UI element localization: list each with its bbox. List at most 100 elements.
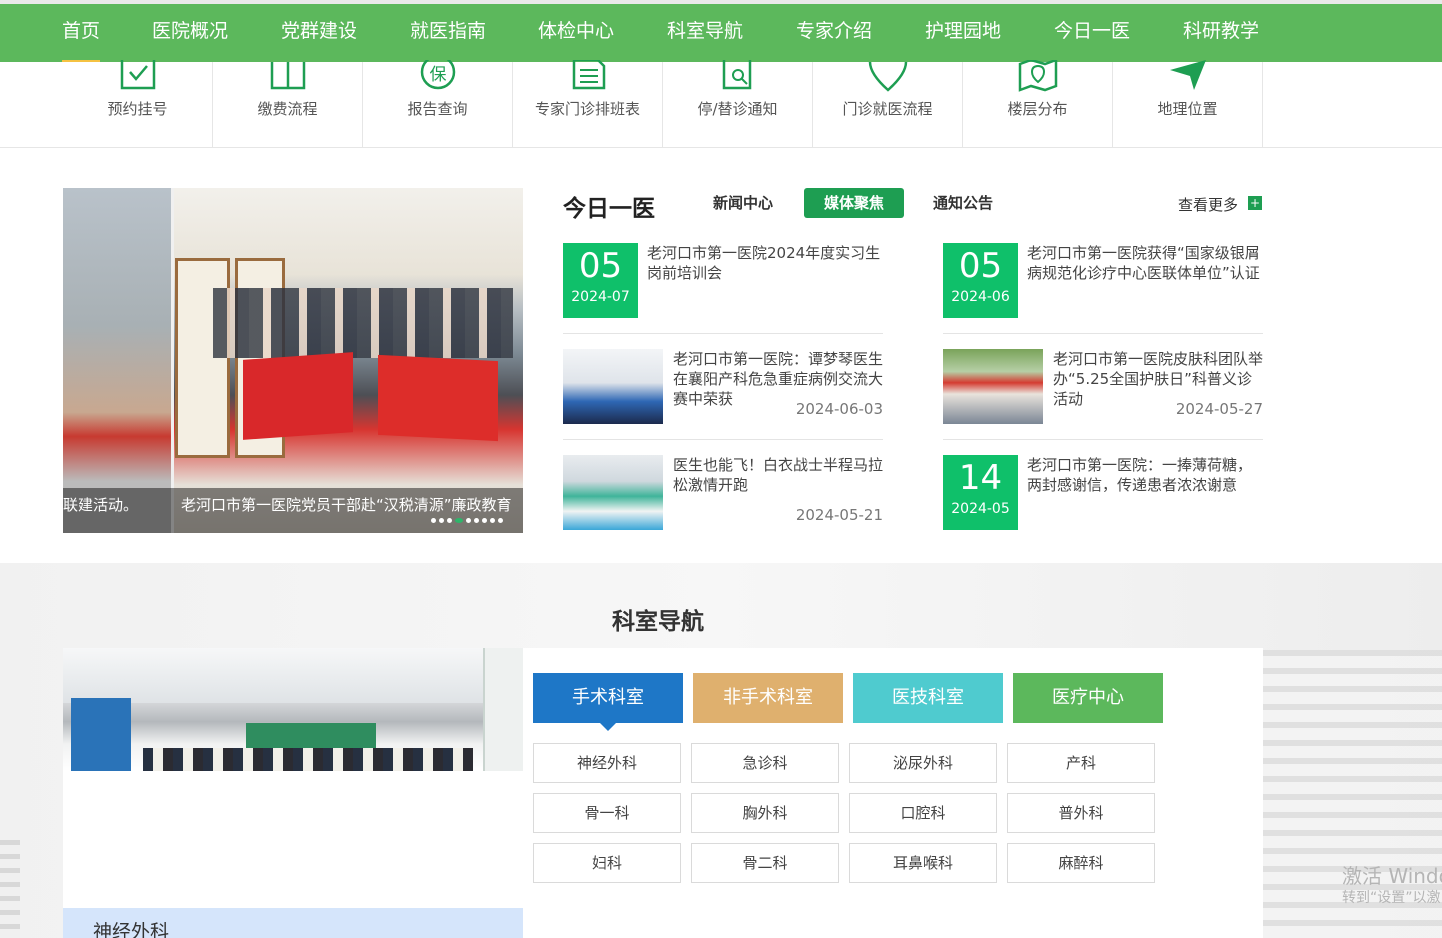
insurance-icon: 保 (420, 60, 456, 90)
quicklink-schedule[interactable]: 专家门诊排班表 (513, 60, 663, 148)
news-thumbnail[interactable] (563, 455, 663, 530)
date-day: 05 (958, 246, 1003, 286)
quicklink-suspension[interactable]: 停/替诊通知 (663, 60, 813, 148)
news-item[interactable]: 14 2024-05 老河口市第一医院：一捧薄荷糖，两封感谢信，传递患者浓浓谢意 (943, 455, 1263, 530)
department-button[interactable]: 急诊科 (691, 743, 839, 783)
quicklink-payment[interactable]: 缴费流程 (213, 62, 363, 148)
tab-non-surgical-departments[interactable]: 非手术科室 (693, 673, 843, 723)
book-icon (270, 62, 306, 90)
slider-dot[interactable] (490, 518, 495, 523)
slide-caption-previous[interactable]: 联建活动。 (63, 494, 171, 515)
nav-item-overview[interactable]: 医院概况 (152, 16, 228, 56)
news-item-title[interactable]: 老河口市第一医院获得“国家级银屑病规范化诊疗中心医联体单位”认证 (1027, 243, 1263, 283)
department-button[interactable]: 骨二科 (691, 843, 839, 883)
slider-dot[interactable] (474, 518, 479, 523)
slider-dot[interactable] (447, 518, 452, 523)
quicklink-report[interactable]: 保 报告查询 (363, 60, 513, 148)
news-item-title[interactable]: 老河口市第一医院：一捧薄荷糖，两封感谢信，传递患者浓浓谢意 (1027, 455, 1263, 495)
slide-previous-image (63, 188, 173, 533)
quicklink-label: 专家门诊排班表 (534, 100, 640, 118)
party-flag (243, 352, 353, 440)
quicklink-location[interactable]: 地理位置 (1113, 60, 1263, 148)
news-item[interactable]: 老河口市第一医院：谭梦琴医生在襄阳产科危急重症病例交流大赛中荣获 2024-06… (563, 349, 883, 424)
news-thumbnail[interactable] (563, 349, 663, 424)
slider-dot[interactable] (498, 518, 503, 523)
nav-item-home[interactable]: 首页 (62, 16, 101, 63)
photo-pillar (483, 648, 523, 771)
divider (563, 439, 883, 440)
document-icon (572, 60, 606, 90)
department-button[interactable]: 产科 (1007, 743, 1155, 783)
department-button[interactable]: 麻醉科 (1007, 843, 1155, 883)
quicklink-label: 停/替诊通知 (697, 100, 778, 118)
heart-icon (868, 61, 908, 92)
building-backdrop (0, 840, 20, 938)
department-photo-caption[interactable]: 神经外科 (63, 908, 523, 938)
department-caption-text: 神经外科 (93, 921, 170, 938)
date-year-month: 2024-07 (571, 289, 630, 305)
department-button[interactable]: 妇科 (533, 843, 681, 883)
news-item[interactable]: 05 2024-06 老河口市第一医院获得“国家级银屑病规范化诊疗中心医联体单位… (943, 243, 1263, 318)
nav-item-party[interactable]: 党群建设 (281, 16, 357, 56)
nav-item-nursing[interactable]: 护理园地 (925, 16, 1001, 56)
department-button[interactable]: 口腔科 (849, 793, 997, 833)
news-item-title[interactable]: 老河口市第一医院2024年度实习生岗前培训会 (647, 243, 883, 283)
tab-medical-technology[interactable]: 医技科室 (853, 673, 1003, 723)
department-button[interactable]: 胸外科 (691, 793, 839, 833)
news-item[interactable]: 老河口市第一医院皮肤科团队举办“5.25全国护肤日”科普义诊活动 2024-05… (943, 349, 1263, 424)
tab-media-focus[interactable]: 媒体聚焦 (804, 188, 904, 218)
news-thumbnail[interactable] (943, 349, 1043, 424)
department-photo-area (63, 771, 523, 908)
quicklink-label: 地理位置 (1157, 100, 1218, 118)
nav-item-guide[interactable]: 就医指南 (410, 16, 486, 56)
department-button[interactable]: 耳鼻喉科 (849, 843, 997, 883)
department-button[interactable]: 骨一科 (533, 793, 681, 833)
tab-notices[interactable]: 通知公告 (920, 188, 1006, 218)
party-flag (378, 354, 498, 442)
slide-caption[interactable]: 老河口市第一医院党员干部赴“汉税清源”廉政教育 (181, 494, 523, 515)
tab-surgical-departments[interactable]: 手术科室 (533, 673, 683, 731)
tab-news-center[interactable]: 新闻中心 (700, 188, 786, 218)
nav-item-experts[interactable]: 专家介绍 (796, 16, 872, 56)
slide-divider (171, 188, 174, 533)
department-section-title: 科室导航 (612, 609, 704, 635)
divider (943, 439, 1263, 440)
nav-item-checkup[interactable]: 体检中心 (538, 16, 614, 56)
news-item[interactable]: 05 2024-07 老河口市第一医院2024年度实习生岗前培训会 (563, 243, 883, 318)
plus-icon[interactable]: + (1248, 196, 1262, 210)
image-slider[interactable]: 联建活动。 老河口市第一医院党员干部赴“汉税清源”廉政教育 (63, 188, 523, 533)
nav-item-today[interactable]: 今日一医 (1054, 16, 1130, 56)
department-button[interactable]: 普外科 (1007, 793, 1155, 833)
divider (563, 333, 883, 334)
date-badge: 05 2024-06 (943, 243, 1018, 318)
nav-item-research[interactable]: 科研教学 (1183, 16, 1259, 56)
quicklink-label: 报告查询 (407, 100, 468, 118)
quicklink-outpatient-flow[interactable]: 门诊就医流程 (813, 61, 963, 148)
slider-dot[interactable] (431, 518, 436, 523)
slider-dot[interactable] (439, 518, 444, 523)
photo-ceiling (63, 648, 523, 703)
slider-dot[interactable] (466, 518, 471, 523)
nav-item-departments[interactable]: 科室导航 (667, 16, 743, 56)
map-icon (1018, 60, 1058, 92)
news-item-title[interactable]: 医生也能飞！白衣战士半程马拉松激情开跑 (673, 455, 883, 495)
location-arrow-icon (1170, 60, 1206, 90)
slider-dot[interactable] (482, 518, 487, 523)
department-button[interactable]: 神经外科 (533, 743, 681, 783)
slider-dots[interactable] (431, 518, 506, 526)
department-button[interactable]: 泌尿外科 (849, 743, 997, 783)
news-item[interactable]: 医生也能飞！白衣战士半程马拉松激情开跑 2024-05-21 (563, 455, 883, 530)
quicklink-floors[interactable]: 楼层分布 (963, 60, 1113, 148)
news-section-title: 今日一医 (563, 196, 655, 222)
date-day: 14 (958, 458, 1003, 498)
slider-dot[interactable] (455, 518, 463, 523)
news-item-date: 2024-05-27 (1175, 400, 1263, 418)
top-nav: 首页 医院概况 党群建设 就医指南 体检中心 科室导航 专家介绍 护理园地 今日… (0, 0, 1442, 63)
date-badge: 05 2024-07 (563, 243, 638, 318)
tab-medical-centers[interactable]: 医疗中心 (1013, 673, 1163, 723)
department-photo[interactable] (63, 648, 523, 771)
photo-sign (246, 723, 376, 748)
date-badge: 14 2024-05 (943, 455, 1018, 530)
quicklink-appointment[interactable]: 预约挂号 (63, 60, 213, 148)
view-more-link[interactable]: 查看更多 (1178, 194, 1238, 215)
